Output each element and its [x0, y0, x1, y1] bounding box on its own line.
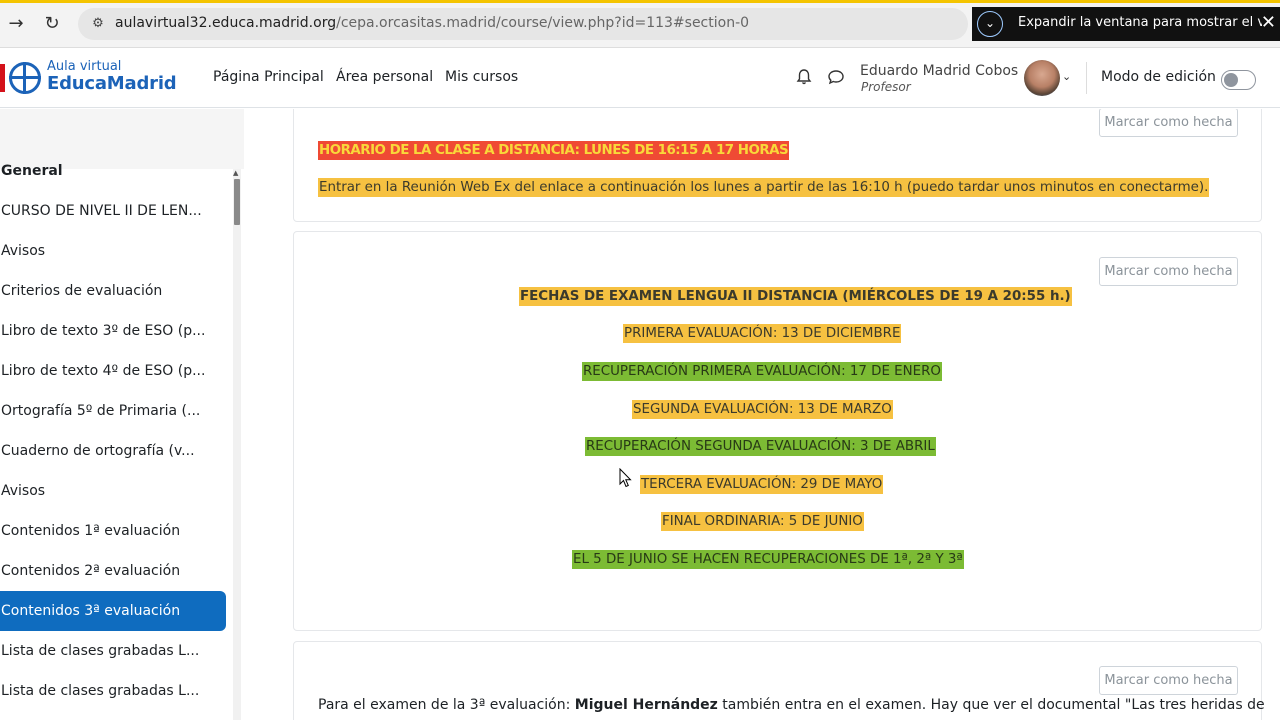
- exam-date-line: PRIMERA EVALUACIÓN: 13 DE DICIEMBRE: [623, 324, 902, 343]
- toggle-knob: [1224, 73, 1238, 87]
- page-right-edge: [1270, 109, 1280, 720]
- text-before: Para el examen de la 3ª evaluación:: [318, 697, 575, 713]
- activity-card-third-eval: Marcar como hecha Para el examen de la 3…: [293, 641, 1265, 720]
- user-role: Profesor: [861, 80, 911, 94]
- exam-dates-heading: FECHAS DE EXAMEN LENGUA II DISTANCIA (MI…: [519, 287, 1072, 306]
- chevron-down-icon[interactable]: ⌄: [977, 11, 1003, 37]
- sidebar-item[interactable]: Criterios de evaluación: [0, 271, 226, 311]
- pip-banner-text: Expandir la ventana para mostrar el víde: [1018, 15, 1262, 30]
- logo-red-bar: [0, 64, 5, 92]
- reload-icon[interactable]: ↻: [40, 12, 64, 36]
- sidebar-item[interactable]: Contenidos 2ª evaluación: [0, 551, 226, 591]
- course-content: Marcar como hecha HORARIO DE LA CLASE A …: [244, 109, 1280, 720]
- globe-icon: [9, 62, 41, 94]
- edit-mode-toggle[interactable]: [1221, 70, 1256, 90]
- sidebar-section-general[interactable]: General: [0, 151, 226, 191]
- pip-expand-banner[interactable]: ⌄ Expandir la ventana para mostrar el ví…: [972, 7, 1280, 41]
- messages-chat-icon[interactable]: [826, 68, 846, 88]
- nav-link-dashboard[interactable]: Área personal: [336, 69, 433, 85]
- nav-link-home[interactable]: Página Principal: [213, 69, 324, 85]
- third-eval-text: Para el examen de la 3ª evaluación: Migu…: [318, 697, 1265, 713]
- browser-toolbar: → ↻ ⚙ aulavirtual32.educa.madrid.org/cep…: [0, 0, 1280, 48]
- sidebar-item[interactable]: Lista de clases grabadas L...: [0, 631, 226, 671]
- sidebar-item[interactable]: CURSO DE NIVEL II DE LEN...: [0, 191, 226, 231]
- mark-done-button[interactable]: Marcar como hecha: [1099, 109, 1238, 137]
- educamadrid-logo[interactable]: Aula virtual EducaMadrid: [0, 58, 190, 98]
- notifications-bell-icon[interactable]: [794, 68, 814, 88]
- sidebar-item[interactable]: Contenidos 1ª evaluación: [0, 511, 226, 551]
- sidebar-item[interactable]: Cuaderno de ortografía (v...: [0, 431, 226, 471]
- exam-date-line: TERCERA EVALUACIÓN: 29 DE MAYO: [640, 475, 884, 494]
- exam-date-line: SEGUNDA EVALUACIÓN: 13 DE MARZO: [632, 400, 893, 419]
- forward-arrow-icon[interactable]: →: [4, 12, 28, 36]
- mouse-pointer-icon: [619, 467, 633, 488]
- sidebar-item-active[interactable]: Contenidos 3ª evaluación: [0, 591, 226, 631]
- sidebar-item[interactable]: Avisos: [0, 231, 226, 271]
- exam-date-line: RECUPERACIÓN PRIMERA EVALUACIÓN: 17 DE E…: [582, 362, 942, 381]
- close-icon[interactable]: ✕: [1261, 12, 1276, 33]
- url-host: aulavirtual32.educa.madrid.org: [115, 15, 337, 31]
- text-bold-author: Miguel Hernández: [574, 697, 718, 713]
- sidebar-scroll-thumb[interactable]: [234, 179, 240, 225]
- address-bar[interactable]: ⚙ aulavirtual32.educa.madrid.org/cepa.or…: [78, 8, 968, 40]
- scroll-up-icon[interactable]: ▲: [233, 169, 238, 177]
- mark-done-button[interactable]: Marcar como hecha: [1099, 666, 1238, 695]
- nav-link-my-courses[interactable]: Mis cursos: [445, 69, 518, 85]
- tab-strip-accent: [0, 0, 1280, 3]
- activity-card-schedule: Marcar como hecha HORARIO DE LA CLASE A …: [293, 109, 1262, 222]
- text-after: también entra en el examen. Hay que ver …: [717, 697, 1265, 713]
- webex-join-text: Entrar en la Reunión Web Ex del enlace a…: [318, 178, 1210, 197]
- schedule-highlight: HORARIO DE LA CLASE A DISTANCIA: LUNES D…: [318, 141, 790, 160]
- site-navbar: Aula virtual EducaMadrid Página Principa…: [0, 48, 1280, 108]
- sidebar-item[interactable]: Libro de texto 3º de ESO (p...: [0, 311, 226, 351]
- site-settings-icon[interactable]: ⚙: [88, 14, 108, 34]
- sidebar-item[interactable]: Ortografía 5º de Primaria (...: [0, 391, 226, 431]
- course-index-sidebar: General CURSO DE NIVEL II DE LEN... Avis…: [0, 109, 244, 720]
- user-name[interactable]: Eduardo Madrid Cobos: [860, 63, 1018, 79]
- avatar[interactable]: [1024, 60, 1060, 96]
- divider: [1086, 62, 1087, 94]
- logo-line1: Aula virtual: [47, 59, 122, 74]
- sidebar-item[interactable]: Lista de clases grabadas L...: [0, 671, 226, 711]
- url-text[interactable]: aulavirtual32.educa.madrid.org/cepa.orca…: [115, 15, 749, 31]
- mark-done-button[interactable]: Marcar como hecha: [1099, 257, 1238, 286]
- logo-line2: EducaMadrid: [47, 73, 177, 94]
- sidebar-scrollbar[interactable]: [233, 169, 241, 720]
- exam-date-line: FINAL ORDINARIA: 5 DE JUNIO: [661, 512, 864, 531]
- sidebar-item[interactable]: Libro de texto 4º de ESO (p...: [0, 351, 226, 391]
- chevron-down-icon[interactable]: ⌄: [1062, 70, 1071, 83]
- exam-date-line: EL 5 DE JUNIO SE HACEN RECUPERACIONES DE…: [572, 550, 964, 569]
- url-path: /cepa.orcasitas.madrid/course/view.php?i…: [336, 15, 750, 31]
- activity-card-exam-dates: Marcar como hecha FECHAS DE EXAMEN LENGU…: [293, 231, 1262, 631]
- sidebar-item[interactable]: Avisos: [0, 471, 226, 511]
- edit-mode-label: Modo de edición: [1101, 69, 1216, 85]
- exam-date-line: RECUPERACIÓN SEGUNDA EVALUACIÓN: 3 DE AB…: [585, 437, 936, 456]
